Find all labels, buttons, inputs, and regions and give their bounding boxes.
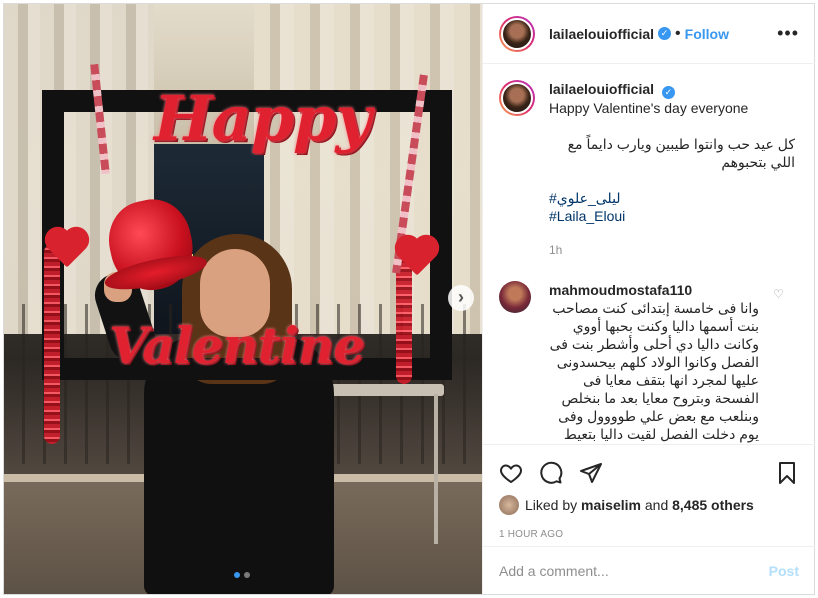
- add-comment-bar: Post: [483, 546, 815, 594]
- sign-happy-text: Happy: [154, 82, 371, 155]
- caption-text-english: Happy Valentine's day everyone: [549, 100, 749, 116]
- sign-valentine-text: Valentine: [109, 316, 365, 375]
- liker-avatar[interactable]: [499, 495, 519, 515]
- likes-count[interactable]: 8,485 others: [672, 497, 754, 513]
- commenter-avatar[interactable]: [499, 281, 531, 313]
- likes-summary: Liked by maiselim and 8,485 others: [499, 495, 799, 515]
- heart-icon[interactable]: [499, 453, 539, 493]
- glitter-garland-left: [44, 244, 60, 444]
- cart-leg: [434, 394, 438, 544]
- caption-username[interactable]: lailaelouiofficial: [549, 81, 654, 97]
- caption-avatar[interactable]: [499, 80, 535, 116]
- post-header: lailaelouiofficial ✓ • Follow •••: [483, 4, 815, 64]
- comments-list[interactable]: lailaelouiofficial ✓ Happy Valentine's d…: [483, 64, 815, 444]
- post-actions: Liked by maiselim and 8,485 others 1 HOU…: [483, 444, 815, 540]
- comment-text: وانا فى خامسة إبتدائى كنت مصاحب بنت أسمه…: [549, 300, 759, 442]
- caption-time[interactable]: 1h: [549, 241, 795, 259]
- header-separator: •: [675, 24, 681, 42]
- commenter-username[interactable]: mahmoudmostafa110: [549, 281, 759, 299]
- share-icon[interactable]: [579, 453, 619, 493]
- likes-connector: and: [644, 497, 669, 513]
- glitter-garland-right: [396, 254, 412, 384]
- verified-badge-icon: ✓: [658, 27, 672, 40]
- carousel-indicator: [234, 572, 250, 578]
- liker-username[interactable]: maiselim: [581, 497, 641, 513]
- post-comment-button[interactable]: Post: [769, 563, 799, 579]
- bookmark-icon[interactable]: [775, 453, 799, 493]
- post-photo[interactable]: Happy Valentine ›: [4, 4, 482, 594]
- post-timestamp[interactable]: 1 HOUR AGO: [499, 529, 799, 540]
- follow-button[interactable]: Follow: [685, 26, 729, 42]
- caption-text-arabic: كل عيد حب وانتوا طيبين ويارب دايماً مع ا…: [567, 136, 795, 170]
- hashtag-link[interactable]: #ليلى_علوي: [549, 189, 795, 207]
- next-arrow-icon[interactable]: ›: [448, 285, 474, 311]
- comment-like-heart-icon[interactable]: ♡: [773, 287, 784, 444]
- post-container: Happy Valentine › lailaelouiofficial ✓ •…: [3, 3, 815, 595]
- comment-icon[interactable]: [539, 453, 579, 493]
- carousel-dot: [234, 572, 240, 578]
- hashtag-link[interactable]: #Laila_Eloui: [549, 207, 795, 225]
- post-side-panel: lailaelouiofficial ✓ • Follow ••• lailae…: [482, 4, 815, 594]
- verified-badge-icon: ✓: [661, 86, 675, 99]
- caption: lailaelouiofficial ✓ Happy Valentine's d…: [499, 80, 799, 259]
- carousel-dot: [244, 572, 250, 578]
- more-options-icon[interactable]: •••: [777, 23, 799, 44]
- author-avatar[interactable]: [499, 15, 535, 52]
- author-username[interactable]: lailaelouiofficial: [549, 26, 654, 42]
- comment-item: mahmoudmostafa110 وانا فى خامسة إبتدائى …: [499, 281, 799, 444]
- comment-input[interactable]: [499, 562, 769, 579]
- likes-prefix: Liked by: [525, 497, 578, 513]
